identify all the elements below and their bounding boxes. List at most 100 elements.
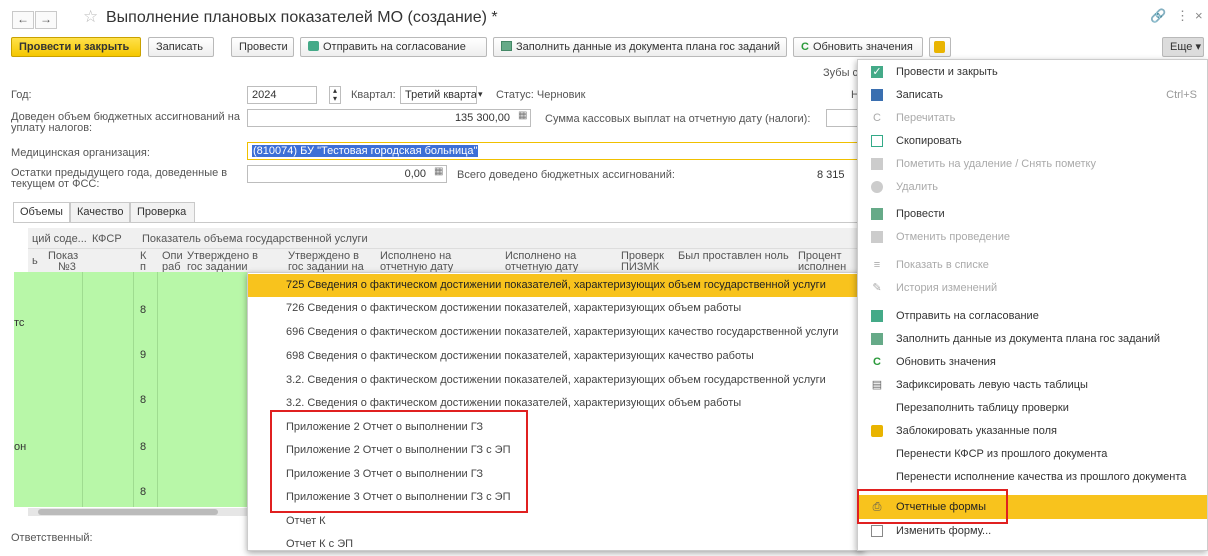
lock-icon xyxy=(934,41,945,53)
menu-item-unpost[interactable]: Отменить проведение xyxy=(858,225,1207,249)
more-actions-menu: ✓ Провести и закрыть Записать Ctrl+S C Пере… xyxy=(857,59,1208,551)
save-button[interactable]: Записать xyxy=(148,37,214,57)
menu-label: Провести и закрыть xyxy=(896,66,998,78)
menu-item-post[interactable]: Провести xyxy=(858,202,1207,226)
budget-value: 135 300,00 xyxy=(454,112,510,124)
close-icon[interactable]: × xyxy=(1195,8,1203,23)
dropdown-item-report-k-ep[interactable]: Отчет К с ЭП xyxy=(248,533,863,556)
dropdown-item-696[interactable]: 696 Сведения о фактическом достижении по… xyxy=(248,321,863,344)
more-actions-button[interactable]: Еще ▾ xyxy=(1162,37,1204,57)
quarter-select[interactable]: Третий кварта xyxy=(400,86,477,104)
menu-label: Изменить форму... xyxy=(896,525,992,537)
tab-divider xyxy=(13,222,858,223)
grid-col-zero: Был проставлен ноль xyxy=(678,250,789,262)
grid-body[interactable] xyxy=(14,272,247,507)
menu-label: Обновить значения xyxy=(896,356,996,368)
menu-item-post-close[interactable]: ✓ Провести и закрыть xyxy=(858,60,1207,84)
menu-item-lock-fields[interactable]: Заблокировать указанные поля xyxy=(858,419,1207,443)
menu-label: Перечитать xyxy=(896,112,956,124)
forward-button[interactable]: → xyxy=(35,11,57,29)
lock-fields-button[interactable] xyxy=(929,37,951,57)
link-icon[interactable]: 🔗 xyxy=(1150,8,1166,24)
org-input[interactable]: (810074) БУ "Тестовая городская больница… xyxy=(247,142,859,160)
lock-icon xyxy=(871,425,883,437)
save-label: Записать xyxy=(156,41,204,53)
menu-item-show-in-list[interactable]: ≡ Показать в списке xyxy=(858,253,1207,277)
grid-col-1: ь xyxy=(32,255,38,267)
dropdown-item-3-2-service[interactable]: 3.2. Сведения о фактическом достижении п… xyxy=(248,369,863,392)
favorite-star-icon[interactable]: ☆ xyxy=(83,7,98,27)
refresh-icon: C xyxy=(873,356,881,368)
dropdown-item-report-k[interactable]: Отчет К xyxy=(248,510,863,533)
total-value: 8 315 xyxy=(817,169,845,181)
menu-item-transfer-kfsr[interactable]: Перенести КФСР из прошлого документа xyxy=(858,442,1207,466)
horizontal-scrollbar[interactable] xyxy=(28,508,247,516)
fill-from-plan-button[interactable]: Заполнить данные из документа плана гос … xyxy=(493,37,787,57)
menu-item-refresh[interactable]: C Обновить значения xyxy=(858,350,1207,374)
menu-item-reread[interactable]: C Перечитать xyxy=(858,106,1207,130)
calculator-icon[interactable]: ▦ xyxy=(518,110,527,121)
calculator-icon[interactable]: ▦ xyxy=(434,166,443,177)
tab-quality[interactable]: Качество xyxy=(70,202,130,222)
prev-label-2: текущем от ФСС: xyxy=(11,178,100,190)
menu-item-transfer-quality[interactable]: Перенести исполнение качества из прошлог… xyxy=(858,465,1207,489)
dropdown-item-726[interactable]: 726 Сведения о фактическом достижении по… xyxy=(248,297,863,320)
menu-item-history[interactable]: ✎ История изменений xyxy=(858,276,1207,300)
post-and-close-label: Провести и закрыть xyxy=(19,41,130,53)
grid-cell-k: 8 xyxy=(140,394,147,406)
dropdown-item-725[interactable]: 725 Сведения о фактическом достижении по… xyxy=(248,274,863,297)
menu-label: Заполнить данные из документа плана гос … xyxy=(896,333,1161,345)
year-input[interactable]: 2024 xyxy=(247,86,317,104)
grid-separator xyxy=(82,272,83,507)
tab-quality-label: Качество xyxy=(77,206,124,218)
quarter-dropdown-icon[interactable]: ▾ xyxy=(478,89,483,100)
window-title: Выполнение плановых показателей МО (созд… xyxy=(106,9,498,26)
form-edit-icon xyxy=(871,525,883,537)
menu-label: Отправить на согласование xyxy=(896,310,1039,322)
tab-check-label: Проверка xyxy=(137,206,187,218)
tab-volumes[interactable]: Объемы xyxy=(13,202,70,223)
refresh-label: Обновить значения xyxy=(812,41,913,53)
menu-label: История изменений xyxy=(896,282,998,294)
menu-label: Отменить проведение xyxy=(896,231,1010,243)
send-approval-button[interactable]: Отправить на согласование xyxy=(300,37,487,57)
more-vertical-icon[interactable]: ⋮ xyxy=(1176,8,1189,24)
grid-separator xyxy=(157,272,158,507)
menu-item-refill-check[interactable]: Перезаполнить таблицу проверки xyxy=(858,396,1207,420)
menu-item-copy[interactable]: Скопировать xyxy=(858,129,1207,153)
year-stepper[interactable]: ▴ ▾ xyxy=(329,86,341,104)
menu-label: Скопировать xyxy=(896,135,962,147)
list-icon: ≡ xyxy=(873,259,881,271)
refresh-values-button[interactable]: C Обновить значения xyxy=(793,37,923,57)
grid-cell-k: 8 xyxy=(140,441,147,453)
org-label: Медицинская организация: xyxy=(11,147,150,159)
menu-item-save[interactable]: Записать Ctrl+S xyxy=(858,83,1207,107)
scrollbar-thumb[interactable] xyxy=(38,509,218,515)
budget-label-2: уплату налогов: xyxy=(11,122,93,134)
menu-item-freeze-left[interactable]: ▤ Зафиксировать левую часть таблицы xyxy=(858,373,1207,397)
responsible-label: Ответственный: xyxy=(11,532,93,544)
menu-label: Провести xyxy=(896,208,945,220)
menu-label: Зафиксировать левую часть таблицы xyxy=(896,379,1088,391)
menu-item-fill-from-plan[interactable]: Заполнить данные из документа плана гос … xyxy=(858,327,1207,351)
prev-input[interactable]: 0,00 xyxy=(247,165,447,183)
grid-cell-k: 8 xyxy=(140,486,147,498)
fill-icon xyxy=(871,333,883,345)
highlight-box-print-forms xyxy=(857,489,1008,524)
arrow-right-icon: → xyxy=(40,12,52,26)
back-button[interactable]: ← xyxy=(12,11,34,29)
reread-icon: C xyxy=(873,112,881,124)
post-button[interactable]: Провести xyxy=(231,37,294,57)
post-and-close-button[interactable]: Провести и закрыть xyxy=(11,37,141,57)
tab-check[interactable]: Проверка xyxy=(130,202,195,222)
cash-input[interactable] xyxy=(826,109,858,127)
dropdown-item-698[interactable]: 698 Сведения о фактическом достижении по… xyxy=(248,345,863,368)
grid-cell-text: он xyxy=(14,441,27,453)
menu-item-mark-delete[interactable]: Пометить на удаление / Снять пометку xyxy=(858,152,1207,176)
menu-item-send-approval[interactable]: Отправить на согласование xyxy=(858,304,1207,328)
send-approval-icon xyxy=(871,310,883,322)
menu-item-delete[interactable]: Удалить xyxy=(858,175,1207,199)
unpost-icon xyxy=(871,231,883,243)
budget-input[interactable]: 135 300,00 xyxy=(247,109,531,127)
menu-label: Показать в списке xyxy=(896,259,989,271)
